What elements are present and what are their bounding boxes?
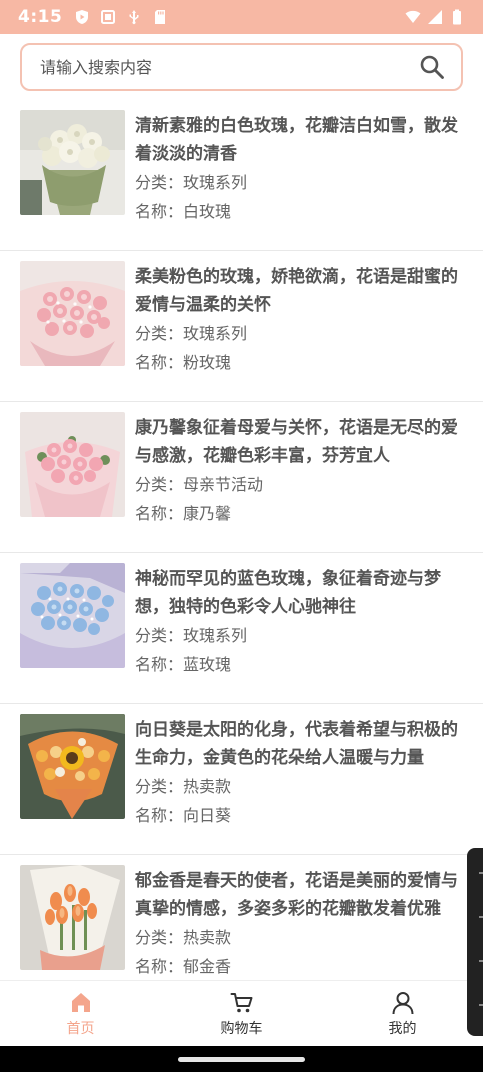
product-name: 名称：康乃馨 [135, 504, 232, 523]
product-name: 名称：白玫瑰 [135, 202, 232, 221]
home-icon [68, 990, 94, 1016]
battery-icon [449, 9, 465, 25]
product-list: 清新素雅的白色玫瑰，花瓣洁白如雪，散发着淡淡的清香 分类：玫瑰系列 名称：白玫瑰 [0, 100, 483, 980]
nav-label-cart: 购物车 [220, 1020, 263, 1037]
product-title: 柔美粉色的玫瑰，娇艳欲滴，花语是甜蜜的爱情与温柔的关怀 [135, 267, 458, 315]
sd-card-icon [152, 9, 168, 25]
product-title: 清新素雅的白色玫瑰，花瓣洁白如雪，散发着淡淡的清香 [135, 116, 458, 164]
search-icon[interactable] [419, 54, 445, 80]
product-image-white-rose [20, 110, 125, 215]
list-item[interactable]: 清新素雅的白色玫瑰，花瓣洁白如雪，散发着淡淡的清香 分类：玫瑰系列 名称：白玫瑰 [0, 100, 483, 251]
cart-icon [229, 990, 255, 1016]
gesture-handle[interactable] [178, 1057, 305, 1062]
product-title: 向日葵是太阳的化身，代表着希望与积极的生命力，金黄色的花朵给人温暖与力量 [135, 720, 458, 768]
nav-tab-home[interactable]: 首页 [0, 981, 161, 1046]
bottom-nav: 首页 购物车 我的 [0, 980, 483, 1046]
search-input[interactable] [40, 57, 419, 77]
gesture-bar-area [0, 1046, 483, 1072]
product-image-pink-rose [20, 261, 125, 366]
product-name: 名称：郁金香 [135, 957, 232, 976]
product-image-carnation [20, 412, 125, 517]
user-icon [390, 990, 416, 1016]
usb-icon [126, 9, 142, 25]
product-title: 神秘而罕见的蓝色玫瑰，象征着奇迹与梦想，独特的色彩令人心驰神往 [135, 569, 441, 617]
nav-tab-cart[interactable]: 购物车 [161, 981, 322, 1046]
product-category: 分类：玫瑰系列 [135, 324, 248, 343]
product-image-tulip [20, 865, 125, 970]
list-item[interactable]: 向日葵是太阳的化身，代表着希望与积极的生命力，金黄色的花朵给人温暖与力量 分类：… [0, 704, 483, 855]
nav-tab-profile[interactable]: 我的 [322, 981, 483, 1046]
product-category: 分类：玫瑰系列 [135, 626, 248, 645]
signal-icon [427, 9, 443, 25]
product-category: 分类：玫瑰系列 [135, 173, 248, 192]
product-category: 分类：母亲节活动 [135, 475, 264, 494]
product-image-blue-rose [20, 563, 125, 668]
list-item[interactable]: 郁金香是春天的使者，花语是美丽的爱情与真挚的情感，多姿多彩的花瓣散发着优雅 分类… [0, 855, 483, 980]
play-shield-icon [74, 9, 90, 25]
product-title: 郁金香是春天的使者，花语是美丽的爱情与真挚的情感，多姿多彩的花瓣散发着优雅 [135, 871, 458, 919]
product-category: 分类：热卖款 [135, 928, 232, 947]
nav-label-home: 首页 [66, 1020, 95, 1037]
list-item[interactable]: 康乃馨象征着母爱与关怀，花语是无尽的爱与感激，花瓣色彩丰富，芬芳宜人 分类：母亲… [0, 402, 483, 553]
status-time: 4:15 [18, 7, 63, 27]
product-image-sunflower [20, 714, 125, 819]
floating-side-handle[interactable] [467, 848, 483, 1036]
app-screen: 4:15 请输入搜索内容 清新素雅的白色玫瑰，花瓣洁白如雪，散发着淡淡的清香 分… [0, 0, 483, 1072]
product-name: 名称：粉玫瑰 [135, 353, 232, 372]
search-bar [20, 43, 463, 91]
list-item[interactable]: 神秘而罕见的蓝色玫瑰，象征着奇迹与梦想，独特的色彩令人心驰神往 分类：玫瑰系列 … [0, 553, 483, 704]
product-name: 名称：蓝玫瑰 [135, 655, 232, 674]
wifi-icon [405, 9, 421, 25]
screen-icon [100, 9, 116, 25]
nav-label-profile: 我的 [388, 1020, 417, 1037]
product-category: 分类：热卖款 [135, 777, 232, 796]
status-bar: 4:15 [0, 0, 483, 34]
list-item[interactable]: 柔美粉色的玫瑰，娇艳欲滴，花语是甜蜜的爱情与温柔的关怀 分类：玫瑰系列 名称：粉… [0, 251, 483, 402]
search-box[interactable] [20, 43, 463, 91]
product-title: 康乃馨象征着母爱与关怀，花语是无尽的爱与感激，花瓣色彩丰富，芬芳宜人 [135, 418, 458, 466]
product-name: 名称：向日葵 [135, 806, 232, 825]
